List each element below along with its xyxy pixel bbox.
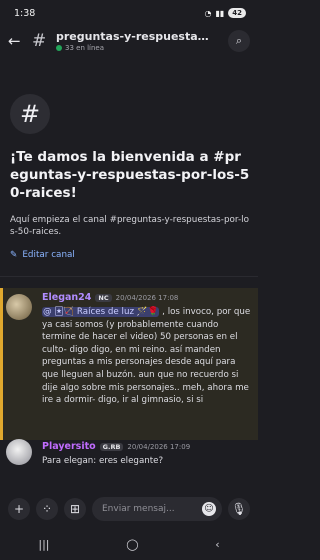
- battery-indicator: 42: [228, 8, 246, 18]
- emoji-icon[interactable]: ☺: [202, 502, 216, 516]
- pencil-icon: ✎: [10, 250, 18, 260]
- author-name[interactable]: Playersito: [42, 441, 96, 452]
- gift-button[interactable]: ⊞: [64, 498, 86, 520]
- message-author-row: Elegan24 NC 20/04/2026 17:08: [42, 292, 178, 303]
- wifi-icon: ◔: [204, 8, 212, 18]
- role-mention[interactable]: @ 🃏🏹 Raíces de luz 🪄🌹: [42, 307, 160, 317]
- online-count-text: 33 en línea: [65, 44, 105, 52]
- online-count: 33 en línea: [56, 44, 228, 52]
- plus-icon: +: [13, 502, 25, 516]
- apps-icon: ⁘: [41, 502, 53, 516]
- message-content: Para elegan: eres elegante?: [42, 456, 164, 466]
- role-tag: NC: [95, 293, 112, 302]
- signal-icon: ▮▮: [215, 8, 225, 18]
- add-button[interactable]: +: [8, 498, 30, 520]
- avatar[interactable]: [6, 439, 32, 465]
- back-nav-icon[interactable]: ‹: [215, 538, 219, 551]
- message-text: Para elegan: eres elegante?: [42, 455, 254, 468]
- welcome-title: ¡Te damos la bienvenida a #preguntas-y-r…: [10, 149, 250, 201]
- channel-hash-icon: #: [32, 31, 47, 51]
- search-icon: ⌕: [235, 34, 243, 47]
- message-content: , los invoco, por que ya casi somos (y p…: [42, 307, 251, 406]
- voice-button[interactable]: 🎙: [228, 498, 250, 520]
- channel-name: preguntas-y-respuestas-...: [56, 30, 214, 43]
- welcome-description: Aquí empieza el canal #preguntas-y-respu…: [10, 215, 249, 237]
- apps-button[interactable]: ⁘: [36, 498, 58, 520]
- status-time: 1:38: [14, 7, 36, 19]
- channel-info[interactable]: preguntas-y-respuestas-... 33 en línea: [56, 30, 228, 52]
- status-icons: ◔ ▮▮ 42: [204, 8, 246, 18]
- role-tag: G.RB: [99, 442, 124, 451]
- home-icon[interactable]: ◯: [126, 538, 138, 551]
- message-composer: + ⁘ ⊞ Enviar mensaj... ☺ 🎙: [0, 494, 258, 524]
- message-timestamp: 20/04/2026 17:09: [127, 442, 191, 451]
- message-input-placeholder: Enviar mensaj...: [102, 504, 175, 514]
- message-timestamp: 20/04/2026 17:08: [115, 293, 179, 302]
- message-author-row: Playersito G.RB 20/04/2026 17:09: [42, 441, 190, 452]
- author-name[interactable]: Elegan24: [42, 292, 91, 303]
- message-input[interactable]: Enviar mensaj... ☺: [92, 497, 222, 521]
- channel-header: ← # preguntas-y-respuestas-... 33 en lín…: [0, 26, 258, 56]
- online-dot-icon: [56, 45, 62, 51]
- channel-hash-large-icon: #: [10, 94, 50, 134]
- divider: [0, 276, 258, 277]
- back-arrow-icon[interactable]: ←: [8, 32, 26, 50]
- microphone-icon: 🎙: [231, 502, 247, 516]
- edit-channel-link[interactable]: ✎ Editar canal: [10, 250, 75, 260]
- system-navigation-bar: ||| ◯ ‹: [0, 528, 258, 560]
- message-text: @ 🃏🏹 Raíces de luz 🪄🌹 , los invoco, por …: [42, 306, 254, 407]
- recent-apps-icon[interactable]: |||: [38, 538, 49, 551]
- gift-icon: ⊞: [69, 502, 81, 516]
- edit-channel-label: Editar canal: [22, 250, 75, 260]
- status-bar: 1:38 ◔ ▮▮ 42: [0, 0, 258, 26]
- search-button[interactable]: ⌕: [228, 30, 250, 52]
- avatar[interactable]: [6, 294, 32, 320]
